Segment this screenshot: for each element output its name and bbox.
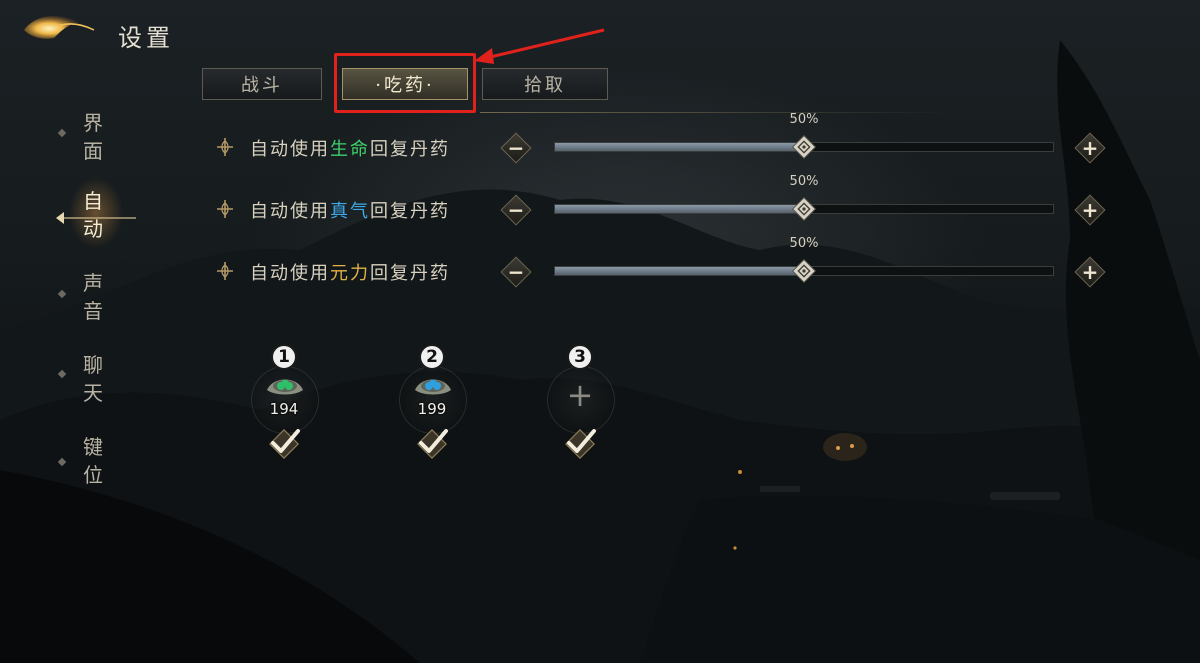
bullet-icon xyxy=(57,369,67,379)
slider-value-label: 50% xyxy=(789,236,819,251)
label-highlight: 生命 xyxy=(330,139,370,160)
sidebar-item-interface[interactable]: 界面 xyxy=(54,105,134,175)
minus-icon: − xyxy=(507,198,525,222)
slider-fill xyxy=(555,143,805,151)
sidebar-item-label: 键位 xyxy=(83,435,103,487)
label-highlight: 真气 xyxy=(330,201,370,222)
potion-slot-2[interactable]: 2 199 xyxy=(399,344,469,464)
page-title: 设置 xyxy=(118,24,174,52)
potion-setting-row: 自动使用元力回复丹药 − 50% + xyxy=(214,236,1114,290)
item-count: 194 xyxy=(269,400,299,418)
setting-label: 自动使用生命回复丹药 xyxy=(250,135,450,161)
label-suffix: 回复丹药 xyxy=(370,139,450,160)
slot-number-badge: 1 xyxy=(271,344,297,370)
increase-button[interactable]: + xyxy=(1074,256,1106,288)
bullet-icon xyxy=(57,128,67,138)
sidebar-item-label: 聊天 xyxy=(83,353,103,405)
bullet-icon xyxy=(57,289,67,299)
slider-value-label: 50% xyxy=(789,112,819,127)
potion-slot-3[interactable]: 3 + xyxy=(547,344,617,464)
minus-icon: − xyxy=(507,136,525,160)
annotation-arrow-icon xyxy=(474,28,605,64)
label-suffix: 回复丹药 xyxy=(370,201,450,222)
slider-thumb[interactable] xyxy=(791,258,817,284)
sidebar-item-sound[interactable]: 声音 xyxy=(54,267,134,337)
label-highlight: 元力 xyxy=(330,263,370,284)
sidebar-item-keybind[interactable]: 键位 xyxy=(54,431,134,501)
checkbox-checked-icon[interactable] xyxy=(265,426,303,462)
label-suffix: 回复丹药 xyxy=(370,263,450,284)
ornament-icon xyxy=(217,262,233,280)
checkbox-checked-icon[interactable] xyxy=(413,426,451,462)
setting-label: 自动使用元力回复丹药 xyxy=(250,259,450,285)
sidebar-item-label: 自动 xyxy=(83,189,103,241)
slider-fill xyxy=(555,205,805,213)
decrease-button[interactable]: − xyxy=(500,132,532,164)
sidebar-item-label: 声音 xyxy=(83,271,103,323)
decrease-button[interactable]: − xyxy=(500,256,532,288)
tab-combat[interactable]: 战斗 xyxy=(202,68,322,100)
bullet-icon xyxy=(57,457,67,467)
item-count: 199 xyxy=(417,400,447,418)
plus-icon: + xyxy=(1081,198,1099,222)
potion-setting-row: 自动使用生命回复丹药 − 50% + xyxy=(214,112,1114,166)
slot-number-badge: 2 xyxy=(419,344,445,370)
tab-label: 战斗 xyxy=(241,75,283,96)
potion-slot-1[interactable]: 1 194 xyxy=(251,344,321,464)
golden-brush-logo-icon xyxy=(24,15,95,39)
setting-label: 自动使用真气回复丹药 xyxy=(250,197,450,223)
ornament-icon xyxy=(217,138,233,156)
sidebar-item-auto[interactable]: 自动 xyxy=(54,185,134,255)
annotation-highlight-box xyxy=(334,53,476,113)
plus-icon: + xyxy=(1081,260,1099,284)
slot-number-badge: 3 xyxy=(567,344,593,370)
slider-value-label: 50% xyxy=(789,174,819,189)
slider-thumb[interactable] xyxy=(791,196,817,222)
label-prefix: 自动使用 xyxy=(250,139,330,160)
label-prefix: 自动使用 xyxy=(250,201,330,222)
slider-fill xyxy=(555,267,805,275)
increase-button[interactable]: + xyxy=(1074,132,1106,164)
potion-setting-row: 自动使用真气回复丹药 − 50% + xyxy=(214,174,1114,228)
add-item-plus-icon: + xyxy=(566,376,594,414)
increase-button[interactable]: + xyxy=(1074,194,1106,226)
sidebar-item-label: 界面 xyxy=(83,111,103,163)
tab-divider xyxy=(480,112,950,113)
decrease-button[interactable]: − xyxy=(500,194,532,226)
slider-thumb[interactable] xyxy=(791,134,817,160)
sidebar-item-chat[interactable]: 聊天 xyxy=(54,349,134,419)
label-prefix: 自动使用 xyxy=(250,263,330,284)
ornament-icon xyxy=(217,200,233,218)
plus-icon: + xyxy=(1081,136,1099,160)
sidebar: 界面 自动 声音 聊天 键位 xyxy=(54,105,136,505)
minus-icon: − xyxy=(507,260,525,284)
settings-header: 设置 xyxy=(18,8,178,52)
checkbox-checked-icon[interactable] xyxy=(561,426,599,462)
